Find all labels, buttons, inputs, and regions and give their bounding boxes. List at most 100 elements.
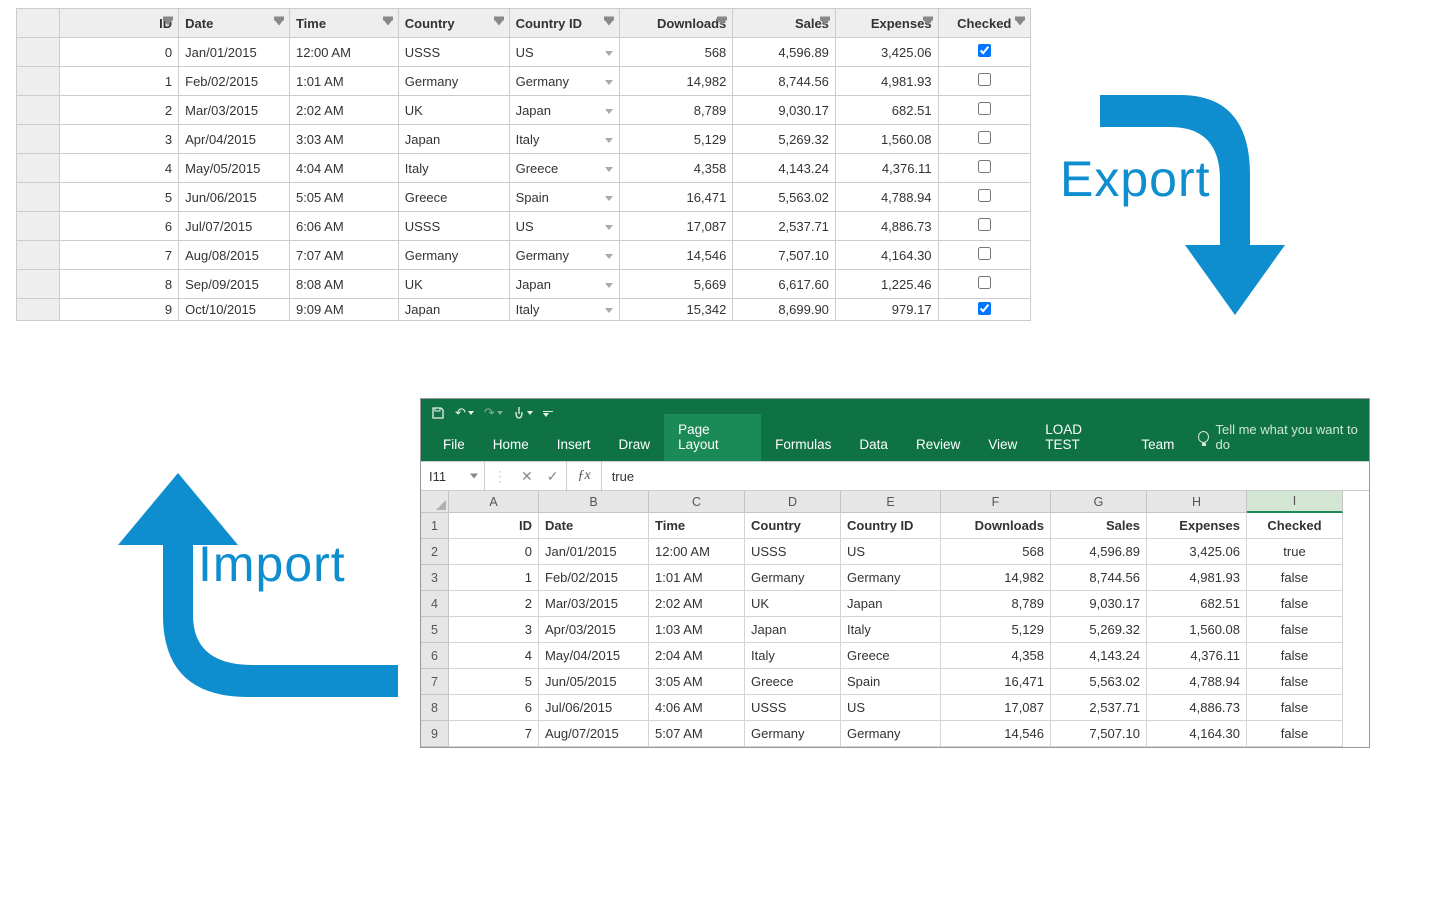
cell-dl[interactable]: 4,358 xyxy=(620,154,733,183)
cell[interactable]: 7 xyxy=(449,721,539,747)
cell[interactable]: 8,789 xyxy=(941,591,1051,617)
tab-home[interactable]: Home xyxy=(479,429,543,461)
cell-date[interactable]: Jul/07/2015 xyxy=(179,212,290,241)
cell-checked[interactable] xyxy=(938,270,1030,299)
checkbox[interactable] xyxy=(978,102,991,115)
cell[interactable]: false xyxy=(1247,565,1343,591)
cell-cid[interactable]: Italy xyxy=(509,299,620,321)
cell-checked[interactable] xyxy=(938,125,1030,154)
redo-icon[interactable]: ↷ xyxy=(484,405,503,421)
cell-dl[interactable]: 17,087 xyxy=(620,212,733,241)
cell[interactable]: ID xyxy=(449,513,539,539)
table-row[interactable]: 9Oct/10/20159:09 AMJapanItaly15,3428,699… xyxy=(17,299,1031,321)
cell[interactable]: false xyxy=(1247,643,1343,669)
cell[interactable]: 12:00 AM xyxy=(649,539,745,565)
cell[interactable]: 1 xyxy=(449,565,539,591)
cell[interactable]: 4:06 AM xyxy=(649,695,745,721)
cell-date[interactable]: Oct/10/2015 xyxy=(179,299,290,321)
worksheet[interactable]: ABCDEFGHI1IDDateTimeCountryCountry IDDow… xyxy=(421,491,1369,747)
name-box[interactable]: I11 xyxy=(421,462,485,490)
cell-id[interactable]: 7 xyxy=(60,241,179,270)
cell-dl[interactable]: 16,471 xyxy=(620,183,733,212)
tab-draw[interactable]: Draw xyxy=(605,429,665,461)
col-header-A[interactable]: A xyxy=(449,491,539,513)
row-header[interactable]: 1 xyxy=(421,513,449,539)
tell-me-search[interactable]: Tell me what you want to do xyxy=(1198,422,1361,461)
cell[interactable]: 2:04 AM xyxy=(649,643,745,669)
filter-icon[interactable] xyxy=(275,21,283,26)
row-header[interactable] xyxy=(17,183,60,212)
filter-icon[interactable] xyxy=(605,21,613,26)
cell[interactable]: 1:03 AM xyxy=(649,617,745,643)
checkbox[interactable] xyxy=(978,247,991,260)
tab-view[interactable]: View xyxy=(974,429,1031,461)
cell[interactable]: 5 xyxy=(449,669,539,695)
row-header[interactable]: 4 xyxy=(421,591,449,617)
row-header[interactable] xyxy=(17,212,60,241)
tab-review[interactable]: Review xyxy=(902,429,974,461)
cell[interactable]: true xyxy=(1247,539,1343,565)
cell[interactable]: US xyxy=(841,695,941,721)
row-header[interactable] xyxy=(17,125,60,154)
row-header[interactable]: 2 xyxy=(421,539,449,565)
cell[interactable]: 3 xyxy=(449,617,539,643)
cell-dl[interactable]: 14,546 xyxy=(620,241,733,270)
cell-country[interactable]: Japan xyxy=(398,125,509,154)
cell[interactable]: 4 xyxy=(449,643,539,669)
cell-cid[interactable]: US xyxy=(509,38,620,67)
cell[interactable]: 5:07 AM xyxy=(649,721,745,747)
col-header-I[interactable]: I xyxy=(1247,491,1343,513)
cell[interactable]: Country xyxy=(745,513,841,539)
row-header[interactable] xyxy=(17,67,60,96)
table-row[interactable]: 6Jul/07/20156:06 AMUSSSUS17,0872,537.714… xyxy=(17,212,1031,241)
tab-formulas[interactable]: Formulas xyxy=(761,429,845,461)
filter-icon[interactable] xyxy=(821,21,829,26)
cell[interactable]: Aug/07/2015 xyxy=(539,721,649,747)
cell[interactable]: 2 xyxy=(449,591,539,617)
col-header-B[interactable]: B xyxy=(539,491,649,513)
row-header[interactable] xyxy=(17,241,60,270)
row-header[interactable]: 3 xyxy=(421,565,449,591)
row-header[interactable]: 9 xyxy=(421,721,449,747)
row-header[interactable]: 8 xyxy=(421,695,449,721)
filter-icon[interactable] xyxy=(718,21,726,26)
cell-sales[interactable]: 2,537.71 xyxy=(733,212,836,241)
dropdown-icon[interactable] xyxy=(605,109,613,114)
cell[interactable]: US xyxy=(841,539,941,565)
cell-date[interactable]: Aug/08/2015 xyxy=(179,241,290,270)
cell[interactable]: 8,744.56 xyxy=(1051,565,1147,591)
table-row[interactable]: 4May/05/20154:04 AMItalyGreece4,3584,143… xyxy=(17,154,1031,183)
col-header-D[interactable]: D xyxy=(745,491,841,513)
cell-exp[interactable]: 4,164.30 xyxy=(835,241,938,270)
cell[interactable]: Italy xyxy=(841,617,941,643)
cell[interactable]: USSS xyxy=(745,695,841,721)
row-header[interactable] xyxy=(17,299,60,321)
cell-checked[interactable] xyxy=(938,154,1030,183)
cell-time[interactable]: 4:04 AM xyxy=(289,154,398,183)
fx-icon[interactable]: ƒx xyxy=(567,462,601,490)
dropdown-icon[interactable] xyxy=(605,138,613,143)
cell[interactable]: false xyxy=(1247,669,1343,695)
cell-time[interactable]: 7:07 AM xyxy=(289,241,398,270)
col-header-G[interactable]: G xyxy=(1051,491,1147,513)
cell[interactable]: 4,376.11 xyxy=(1147,643,1247,669)
cell[interactable]: 4,358 xyxy=(941,643,1051,669)
cell[interactable]: 9,030.17 xyxy=(1051,591,1147,617)
cell[interactable]: Jun/05/2015 xyxy=(539,669,649,695)
cell[interactable]: Germany xyxy=(841,565,941,591)
cell-cid[interactable]: Greece xyxy=(509,154,620,183)
column-header-expenses[interactable]: Expenses xyxy=(835,9,938,38)
cell-checked[interactable] xyxy=(938,67,1030,96)
cell[interactable]: 4,788.94 xyxy=(1147,669,1247,695)
filter-icon[interactable] xyxy=(1016,21,1024,26)
cell[interactable]: 4,981.93 xyxy=(1147,565,1247,591)
cell-checked[interactable] xyxy=(938,299,1030,321)
cell[interactable]: Jul/06/2015 xyxy=(539,695,649,721)
cell-sales[interactable]: 4,143.24 xyxy=(733,154,836,183)
dropdown-icon[interactable] xyxy=(605,167,613,172)
table-row[interactable]: 3Apr/04/20153:03 AMJapanItaly5,1295,269.… xyxy=(17,125,1031,154)
cell-sales[interactable]: 8,744.56 xyxy=(733,67,836,96)
checkbox[interactable] xyxy=(978,44,991,57)
cell-country[interactable]: USSS xyxy=(398,38,509,67)
table-row[interactable]: 8Sep/09/20158:08 AMUKJapan5,6696,617.601… xyxy=(17,270,1031,299)
